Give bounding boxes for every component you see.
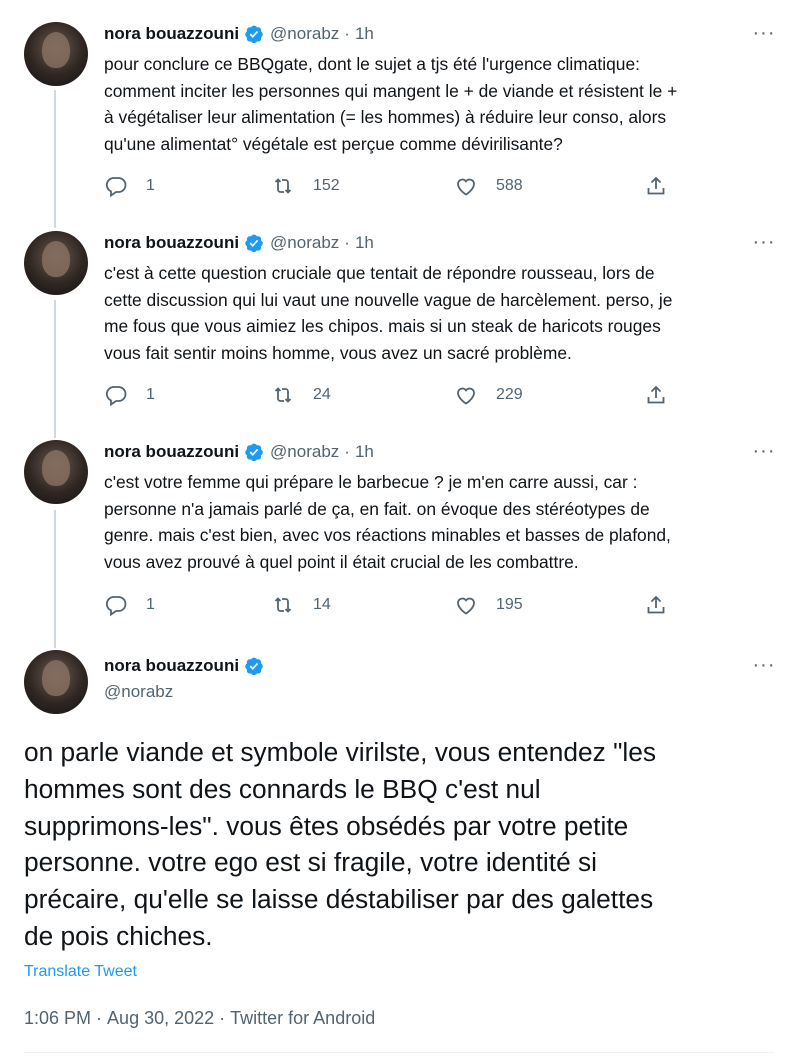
tweet-header: nora bouazzouni: [104, 651, 270, 681]
retweet-icon: [274, 178, 292, 194]
retweet-button[interactable]: 14: [271, 591, 331, 619]
tweet-text: pour conclure ce BBQgate, dont le sujet …: [104, 54, 678, 155]
tweet-header: nora bouazzouni @norabz · 1h: [104, 19, 374, 49]
share-icon: [647, 385, 665, 404]
tweet-actions: 1 152 588: [104, 172, 674, 200]
avatar[interactable]: [24, 650, 88, 714]
tweet-time[interactable]: 1h: [355, 233, 374, 253]
tweet-time[interactable]: 1h: [355, 442, 374, 462]
share-button[interactable]: [644, 172, 668, 200]
retweet-icon: [274, 597, 292, 613]
separator-dot: ·: [344, 442, 350, 461]
retweet-button[interactable]: 152: [271, 172, 340, 200]
tweet-source[interactable]: Twitter for Android: [230, 1008, 375, 1028]
like-button[interactable]: 195: [454, 591, 523, 619]
verified-badge-icon: [245, 657, 263, 676]
avatar[interactable]: [24, 22, 88, 86]
reply-icon: [105, 596, 127, 617]
like-count: 588: [496, 177, 523, 194]
retweet-count: 24: [313, 386, 331, 403]
reply-count: 1: [146, 177, 155, 194]
more-icon[interactable]: ···: [752, 23, 776, 46]
tweet-text: c'est votre femme qui prépare le barbecu…: [104, 472, 671, 573]
author-name[interactable]: nora bouazzouni: [104, 442, 239, 462]
reply-button[interactable]: 1: [104, 172, 155, 200]
tweet-metadata: 1:06 PM · Aug 30, 2022 · Twitter for Android: [24, 1008, 375, 1029]
retweet-button[interactable]: 24: [271, 381, 331, 409]
author-handle[interactable]: @norabz: [270, 233, 339, 253]
reply-count: 1: [146, 596, 155, 613]
reply-icon: [105, 386, 127, 407]
share-button[interactable]: [644, 591, 668, 619]
author-name[interactable]: nora bouazzouni: [104, 656, 239, 676]
like-count: 229: [496, 386, 523, 403]
author-name[interactable]: nora bouazzouni: [104, 233, 239, 253]
reply-button[interactable]: 1: [104, 591, 155, 619]
separator-dot: ·: [344, 233, 350, 252]
verified-badge-icon: [245, 25, 263, 44]
thread-connector: [54, 510, 56, 648]
thread-connector: [54, 90, 56, 228]
like-button[interactable]: 588: [454, 172, 523, 200]
divider: [24, 1052, 774, 1053]
retweet-icon: [274, 387, 292, 403]
share-button[interactable]: [644, 381, 668, 409]
heart-icon: [457, 597, 475, 615]
thread-connector: [54, 300, 56, 438]
like-count: 195: [496, 596, 523, 613]
tweet-actions: 1 24 229: [104, 381, 674, 409]
verified-badge-icon: [245, 234, 263, 253]
avatar[interactable]: [24, 231, 88, 295]
share-icon: [647, 595, 665, 614]
tweet-date[interactable]: Aug 30, 2022: [107, 1008, 214, 1028]
retweet-count: 152: [313, 177, 340, 194]
author-name[interactable]: nora bouazzouni: [104, 24, 239, 44]
verified-badge-icon: [245, 443, 263, 462]
heart-icon: [457, 387, 475, 405]
author-handle[interactable]: @norabz: [270, 442, 339, 462]
tweet-time[interactable]: 1:06 PM: [24, 1008, 91, 1028]
retweet-count: 14: [313, 596, 331, 613]
tweet-header: nora bouazzouni @norabz · 1h: [104, 228, 374, 258]
tweet-time[interactable]: 1h: [355, 24, 374, 44]
heart-icon: [457, 178, 475, 196]
reply-icon: [105, 177, 127, 198]
tweet-text: c'est à cette question cruciale que tent…: [104, 263, 673, 364]
reply-button[interactable]: 1: [104, 381, 155, 409]
author-handle[interactable]: @norabz: [270, 24, 339, 44]
avatar[interactable]: [24, 440, 88, 504]
like-button[interactable]: 229: [454, 381, 523, 409]
more-icon[interactable]: ···: [752, 441, 776, 464]
reply-count: 1: [146, 386, 155, 403]
tweet-actions: 1 14 195: [104, 591, 674, 619]
share-icon: [647, 176, 665, 195]
more-icon[interactable]: ···: [752, 655, 776, 678]
separator-dot: ·: [344, 24, 350, 43]
tweet-text: on parle viande et symbole virilste, vou…: [24, 737, 657, 951]
translate-tweet-link[interactable]: Translate Tweet: [24, 963, 137, 981]
separator-dot: ·: [96, 1008, 103, 1028]
more-icon[interactable]: ···: [752, 232, 776, 255]
author-handle[interactable]: @norabz: [104, 682, 173, 702]
tweet-header: nora bouazzouni @norabz · 1h: [104, 437, 374, 467]
separator-dot: ·: [219, 1008, 226, 1028]
